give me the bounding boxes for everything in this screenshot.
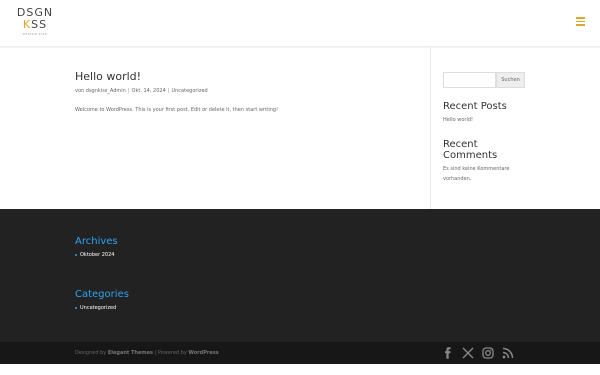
- search-button[interactable]: Suchen: [496, 72, 525, 88]
- footer-credits: Designed by Elegant Themes | Powered by …: [75, 350, 219, 356]
- site-logo[interactable]: DSGN KSS DESIGN KISS: [14, 7, 56, 43]
- footer-widgets: Archives Oktober 2024 Categories Uncateg…: [0, 209, 600, 342]
- category-item[interactable]: Uncategorized: [75, 305, 116, 311]
- sidebar-divider: [430, 47, 431, 209]
- search-input[interactable]: [443, 72, 496, 88]
- no-comments-text-line1: Es sind keine Kommentare: [443, 166, 510, 172]
- hamburger-menu-icon[interactable]: [576, 17, 585, 26]
- recent-comments-title-line1: Recent: [443, 139, 478, 150]
- post-excerpt: Welcome to WordPress. This is your first…: [75, 107, 279, 113]
- archive-item[interactable]: Oktober 2024: [75, 252, 114, 258]
- post-category-link[interactable]: Uncategorized: [171, 88, 207, 94]
- recent-comments-title-line2: Comments: [443, 150, 498, 161]
- bullet-icon: [75, 253, 77, 256]
- post-author-link[interactable]: dsgnkiss_Admin: [86, 88, 126, 94]
- x-icon[interactable]: [462, 347, 474, 359]
- meta-by: von: [75, 88, 85, 94]
- post-date: Okt. 14, 2024: [131, 88, 166, 94]
- site-header: DSGN KSS DESIGN KISS: [0, 0, 600, 47]
- rss-icon[interactable]: [502, 347, 514, 359]
- elegant-themes-link[interactable]: Elegant Themes: [108, 350, 153, 356]
- page-bottom-space: [0, 364, 600, 375]
- footer-bottom-bar: Designed by Elegant Themes | Powered by …: [0, 342, 600, 364]
- bullet-icon: [75, 306, 77, 309]
- post-title[interactable]: Hello world!: [75, 70, 141, 83]
- recent-post-link[interactable]: Hello world!: [443, 115, 473, 125]
- categories-title: Categories: [75, 289, 129, 300]
- no-comments-text-line2: vorhanden.: [443, 176, 472, 182]
- post-meta: von dsgnkiss_Admin | Okt. 14, 2024 | Uncateg…: [75, 88, 208, 94]
- instagram-icon[interactable]: [482, 347, 494, 359]
- logo-line-2: KSS: [22, 18, 48, 31]
- archives-title: Archives: [75, 236, 118, 247]
- logo-tagline: DESIGN KISS: [22, 32, 48, 36]
- wordpress-link[interactable]: WordPress: [188, 350, 218, 356]
- recent-posts-title: Recent Posts: [443, 101, 507, 112]
- facebook-icon[interactable]: [442, 347, 454, 359]
